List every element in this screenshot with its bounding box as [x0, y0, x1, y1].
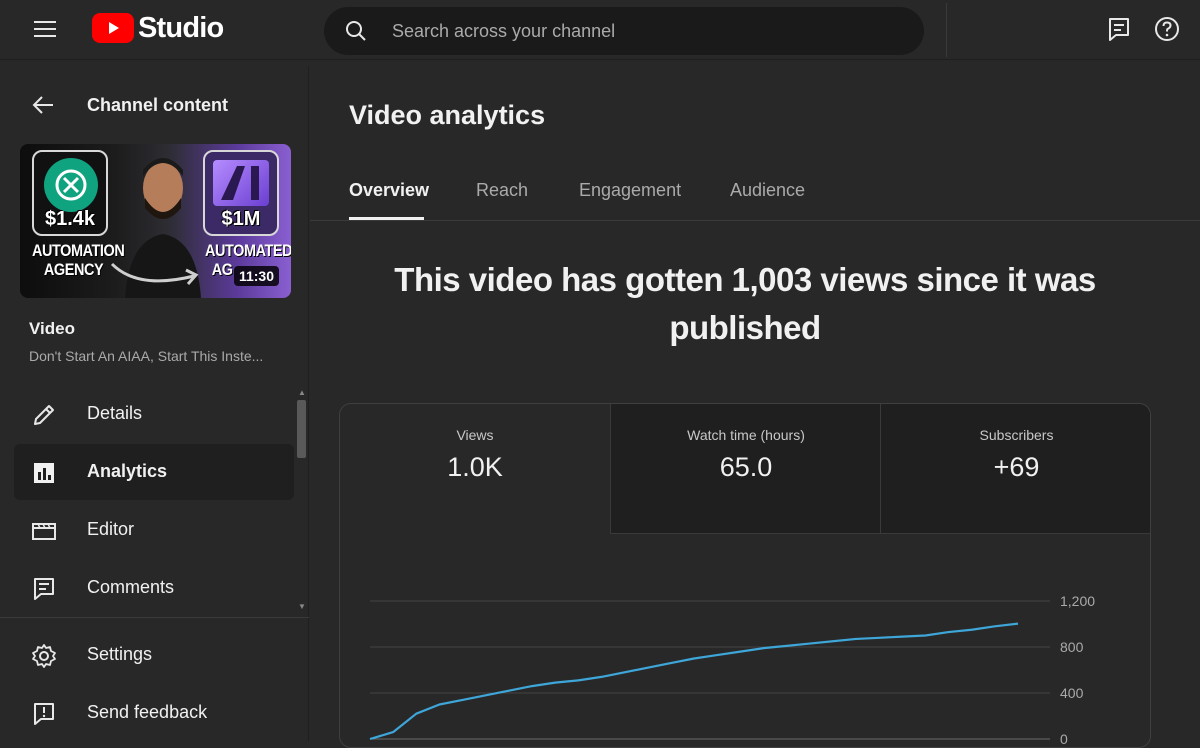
metric-label: Watch time (hours)	[687, 427, 805, 443]
sidebar-item-comments[interactable]: Comments	[14, 560, 294, 616]
tab-engagement[interactable]: Engagement	[579, 180, 681, 220]
sidebar-item-label: Editor	[87, 519, 135, 539]
sidebar: Channel content $1.4k $1M AUTOMATION AGE…	[0, 66, 309, 741]
ai-badge: $1M	[203, 150, 279, 236]
sidebar-item-label: Analytics	[87, 461, 168, 481]
video-label: Video	[29, 319, 75, 338]
analytics-tabs: Overview Reach Engagement Audience	[310, 166, 1200, 221]
views-headline: This video has gotten 1,003 views since …	[394, 261, 1096, 346]
tab-reach[interactable]: Reach	[476, 180, 528, 220]
back-arrow-icon[interactable]	[31, 93, 55, 117]
back-label: Channel content	[87, 95, 229, 115]
page-title: Video analytics	[349, 100, 546, 130]
metric-watch-time[interactable]: Watch time (hours) 65.0	[611, 404, 881, 534]
ai-logo-icon	[213, 160, 269, 206]
top-bar: Studio	[0, 0, 1200, 60]
y-tick-label: 1,200	[1060, 593, 1095, 609]
brand-name: Studio	[138, 11, 224, 44]
y-tick-label: 400	[1060, 685, 1084, 701]
main-content: Video analytics Overview Reach Engagemen…	[310, 66, 1200, 748]
sidebar-divider	[0, 617, 309, 618]
help-icon[interactable]	[1154, 16, 1180, 42]
y-tick-label: 0	[1060, 731, 1068, 747]
tab-overview[interactable]: Overview	[349, 180, 429, 220]
active-tab-indicator	[349, 217, 424, 220]
sidebar-item-send-feedback[interactable]: Send feedback	[14, 685, 294, 741]
gear-icon	[32, 644, 56, 668]
sidebar-item-label: Settings	[87, 644, 153, 664]
metric-label: Subscribers	[979, 427, 1054, 443]
feedback-icon[interactable]	[1106, 16, 1132, 42]
sidebar-item-label: Details	[87, 403, 143, 423]
sidebar-item-label: Comments	[87, 577, 175, 597]
sidebar-item-editor[interactable]: Editor	[14, 502, 294, 558]
studio-logo[interactable]: Studio	[92, 11, 224, 44]
search-input[interactable]	[392, 7, 892, 55]
metric-views[interactable]: Views 1.0K	[340, 404, 610, 534]
sidebar-item-settings[interactable]: Settings	[14, 627, 294, 683]
metric-value: 1.0K	[447, 452, 503, 482]
comments-icon	[34, 578, 54, 600]
back-to-channel-content[interactable]: Channel content	[0, 66, 309, 144]
header-divider	[946, 3, 947, 57]
chatgpt-badge: $1.4k	[32, 150, 108, 236]
video-thumbnail[interactable]: $1.4k $1M AUTOMATION AGENCY AUTOMATED AG…	[20, 144, 291, 298]
feedback-alert-icon	[34, 703, 54, 725]
video-title: Don't Start An AIAA, Start This Inste...	[29, 348, 264, 364]
metrics-card: Views 1.0K Watch time (hours) 65.0 Subsc…	[339, 403, 1151, 748]
sidebar-item-details[interactable]: Details	[14, 386, 294, 442]
sidebar-item-analytics[interactable]: Analytics	[14, 444, 294, 500]
scroll-down-arrow[interactable]: ▼	[298, 602, 306, 611]
menu-icon[interactable]	[34, 17, 58, 41]
curved-arrow-icon	[110, 262, 199, 285]
left-badge-text: $1.4k	[44, 208, 96, 230]
analytics-icon	[34, 463, 54, 483]
search-icon[interactable]	[344, 19, 368, 43]
tab-audience[interactable]: Audience	[730, 180, 805, 220]
scroll-up-arrow[interactable]: ▲	[298, 388, 306, 397]
metric-value: 65.0	[719, 452, 773, 482]
search-bar[interactable]	[324, 7, 924, 55]
video-duration: 11:30	[233, 266, 279, 286]
sidebar-item-label: Send feedback	[87, 702, 208, 722]
chatgpt-logo-icon	[44, 158, 98, 212]
right-badge-text: $1M	[221, 208, 261, 230]
pencil-icon	[34, 405, 54, 425]
metric-label: Views	[456, 427, 494, 443]
sidebar-scrollbar[interactable]	[297, 400, 306, 458]
metric-value: +69	[993, 452, 1040, 482]
youtube-play-icon	[92, 13, 134, 43]
views-line-chart[interactable]: 1,200 800 400 0	[340, 534, 1151, 748]
views-series-line[interactable]	[369, 622, 1019, 741]
clapperboard-icon	[32, 523, 56, 540]
y-tick-label: 800	[1060, 639, 1084, 655]
metric-subscribers[interactable]: Subscribers +69	[881, 404, 1150, 534]
